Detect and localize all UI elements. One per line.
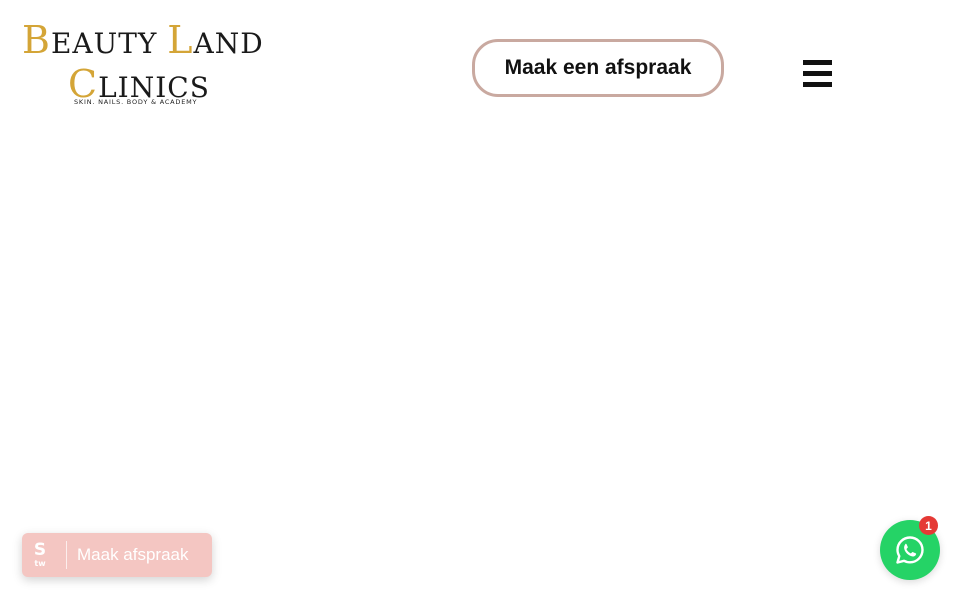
page: BEAUTY LAND CLINICS SKIN. NAILS. BODY & … (0, 0, 960, 600)
salonized-logo-icon: S tw (22, 533, 58, 577)
logo-text-eauty: EAUTY (50, 27, 168, 60)
site-header: BEAUTY LAND CLINICS SKIN. NAILS. BODY & … (0, 0, 960, 128)
menu-bar-bottom (803, 82, 832, 87)
hamburger-menu-icon[interactable] (803, 60, 833, 88)
booking-widget-button[interactable]: S tw Maak afspraak (22, 533, 212, 577)
salonized-logo-sub: tw (34, 559, 46, 568)
logo-tagline: SKIN. NAILS. BODY & ACADEMY (74, 98, 198, 106)
logo-initial-b: B (22, 18, 51, 62)
menu-bar-top (803, 60, 832, 65)
booking-widget-divider (66, 541, 67, 569)
whatsapp-icon (896, 536, 924, 564)
booking-widget-label: Maak afspraak (77, 545, 189, 564)
logo-line-1: BEAUTY LAND (22, 18, 264, 62)
book-appointment-button[interactable]: Maak een afspraak (472, 39, 724, 97)
logo-initial-l: L (167, 18, 194, 62)
menu-bar-middle (803, 71, 832, 76)
whatsapp-notification-badge: 1 (919, 516, 938, 535)
beauty-land-clinics-logo[interactable]: BEAUTY LAND CLINICS SKIN. NAILS. BODY & … (22, 18, 263, 110)
salonized-logo-letter: S (33, 540, 47, 560)
logo-text-and: AND (193, 27, 264, 60)
